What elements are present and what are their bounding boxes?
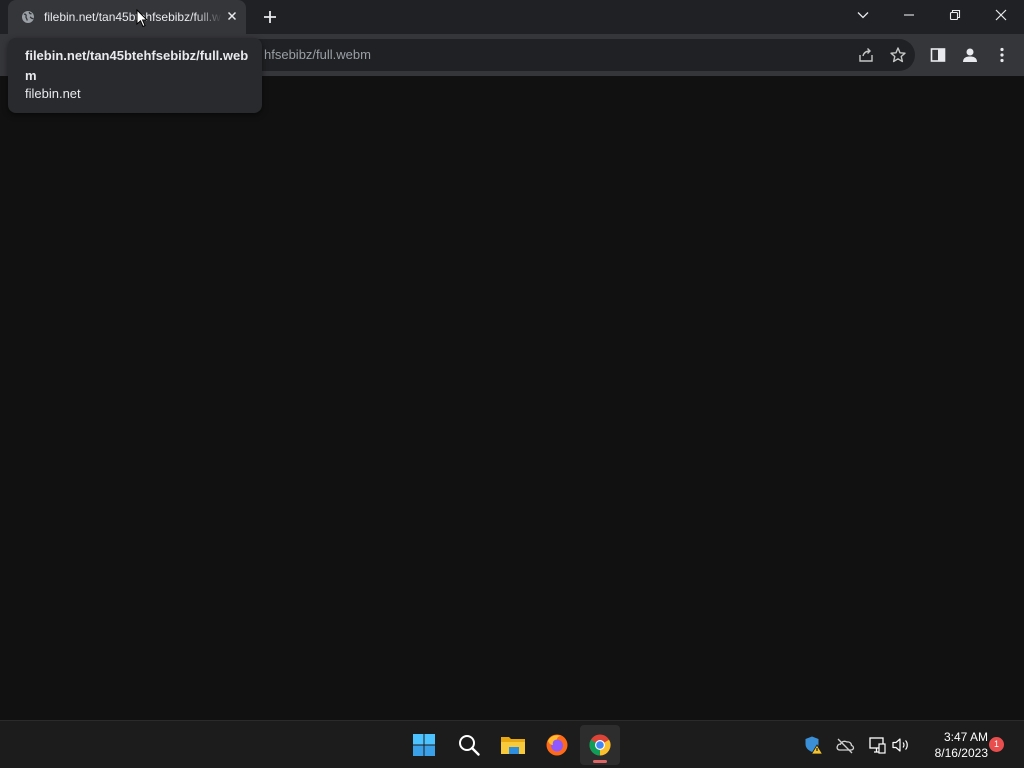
clock-date: 8/16/2023 bbox=[934, 746, 988, 760]
share-icon[interactable] bbox=[856, 45, 876, 65]
minimize-icon[interactable] bbox=[886, 0, 932, 30]
side-panel-icon[interactable] bbox=[928, 45, 948, 65]
tab-title: filebin.net/tan45btehfsebibz/full.webm bbox=[44, 10, 222, 24]
windows-security-warning-icon[interactable] bbox=[803, 735, 823, 755]
firefox-icon[interactable] bbox=[537, 725, 577, 765]
hovercard-domain: filebin.net bbox=[25, 86, 81, 101]
network-icon[interactable] bbox=[867, 735, 887, 755]
hovercard-title: filebin.net/tan45btehfsebibz/full.webm bbox=[25, 48, 249, 83]
browser-titlebar: filebin.net/tan45btehfsebibz/full.webm bbox=[0, 0, 1024, 34]
browser-tab[interactable]: filebin.net/tan45btehfsebibz/full.webm bbox=[8, 0, 246, 34]
chrome-icon[interactable] bbox=[580, 725, 620, 765]
globe-icon bbox=[21, 10, 35, 24]
page-content[interactable] bbox=[0, 76, 1024, 720]
address-bar-text: hfsebibz/full.webm bbox=[264, 47, 371, 62]
active-app-indicator bbox=[593, 760, 607, 763]
search-icon[interactable] bbox=[449, 725, 489, 765]
taskbar: 3:47 AM 8/16/2023 1 bbox=[0, 720, 1024, 768]
clock-time: 3:47 AM bbox=[943, 730, 988, 744]
onedrive-offline-icon[interactable] bbox=[835, 735, 855, 755]
plus-icon[interactable] bbox=[260, 7, 280, 27]
restore-icon[interactable] bbox=[932, 0, 978, 30]
windows-start-icon[interactable] bbox=[404, 725, 444, 765]
star-icon[interactable] bbox=[888, 45, 908, 65]
window-close-icon[interactable] bbox=[978, 0, 1024, 30]
file-explorer-icon[interactable] bbox=[493, 725, 533, 765]
profile-icon[interactable] bbox=[960, 45, 980, 65]
tab-hovercard: filebin.net/tan45btehfsebibz/full.webm f… bbox=[8, 38, 262, 113]
volume-icon[interactable] bbox=[890, 735, 910, 755]
taskbar-clock[interactable]: 3:47 AM 8/16/2023 bbox=[918, 729, 988, 761]
notification-badge[interactable]: 1 bbox=[989, 737, 1004, 752]
close-icon[interactable] bbox=[225, 9, 239, 23]
kebab-menu-icon[interactable] bbox=[992, 45, 1012, 65]
mouse-cursor-icon bbox=[136, 8, 149, 28]
tab-search-chevron-icon[interactable] bbox=[840, 0, 886, 30]
